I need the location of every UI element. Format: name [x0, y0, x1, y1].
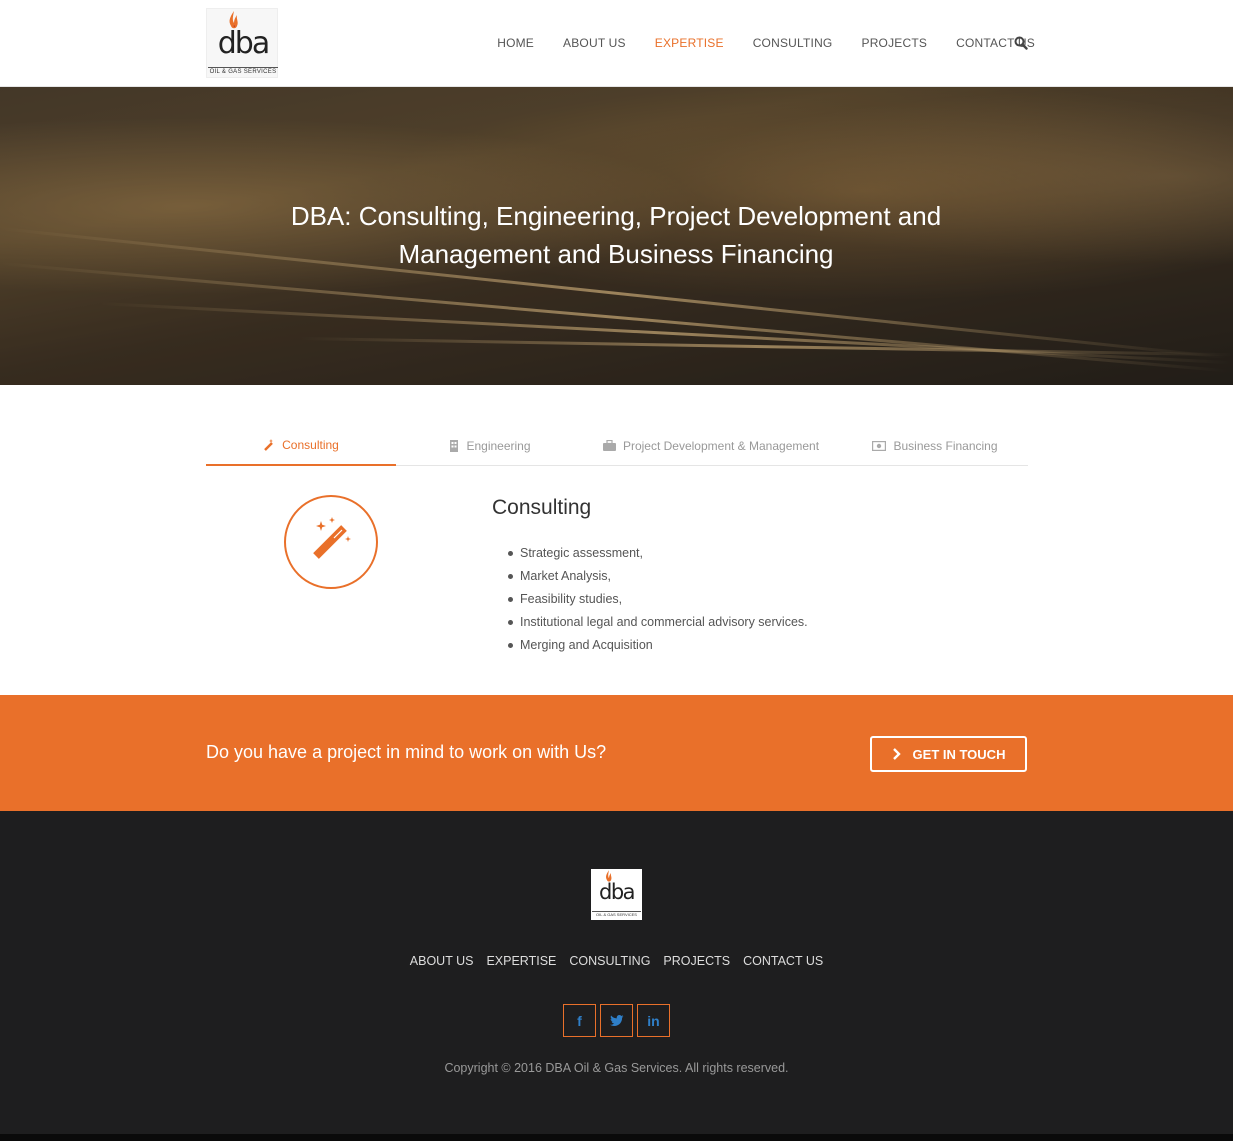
get-in-touch-button[interactable]: GET IN TOUCH — [870, 736, 1027, 772]
site-logo[interactable]: dba OIL & GAS SERVICES — [206, 8, 278, 78]
magic-wand-icon — [264, 438, 274, 451]
logo-tagline: OIL & GAS SERVICES — [208, 67, 278, 75]
cta-text: Do you have a project in mind to work on… — [206, 742, 607, 762]
nav-expertise[interactable]: EXPERTISE — [655, 36, 724, 50]
nav-consulting[interactable]: CONSULTING — [753, 36, 833, 50]
tab-label: Business Financing — [893, 438, 998, 453]
copyright-text: Copyright © 2016 DBA Oil & Gas Services.… — [444, 1061, 789, 1075]
chevron-right-icon — [892, 748, 901, 760]
consulting-icon-circle — [284, 495, 378, 589]
twitter-icon[interactable] — [600, 1004, 633, 1037]
nav-home[interactable]: HOME — [497, 36, 534, 50]
list-item: Merging and Acquisition — [508, 635, 808, 658]
get-in-touch-label: GET IN TOUCH — [912, 746, 1006, 762]
cta-banner: Do you have a project in mind to work on… — [0, 695, 1233, 811]
logo-letters: dba — [598, 880, 636, 904]
footer-nav-about-us[interactable]: ABOUT US — [410, 954, 474, 968]
footer-nav-projects[interactable]: PROJECTS — [663, 954, 730, 968]
bottom-bar — [0, 1134, 1233, 1141]
tab-label: Consulting — [282, 437, 339, 452]
twitter-bird-icon — [609, 1014, 623, 1026]
magic-wand-icon — [313, 517, 351, 559]
tab-label: Engineering — [466, 438, 531, 453]
list-item: Strategic assessment, — [508, 543, 808, 566]
tab-consulting[interactable]: Consulting — [206, 425, 396, 466]
footer-nav-contact-us[interactable]: CONTACT US — [743, 954, 823, 968]
expertise-tabs: Consulting Engineering Project Developme… — [206, 425, 1028, 466]
footer-nav: ABOUT US EXPERTISE CONSULTING PROJECTS C… — [0, 954, 1233, 968]
list-item: Market Analysis, — [508, 566, 808, 589]
tab-business-financing[interactable]: Business Financing — [860, 425, 1010, 466]
nav-projects[interactable]: PROJECTS — [861, 36, 927, 50]
tab-label: Project Development & Management — [622, 438, 820, 453]
building-icon — [450, 439, 459, 452]
site-footer: dba OIL & GAS SERVICES ABOUT US EXPERTIS… — [0, 811, 1233, 1141]
logo-tagline: OIL & GAS SERVICES — [592, 911, 641, 917]
tab-project-development[interactable]: Project Development & Management — [596, 425, 826, 466]
main-nav: HOME ABOUT US EXPERTISE CONSULTING PROJE… — [468, 34, 1035, 52]
hero-title: DBA: Consulting, Engineering, Project De… — [216, 197, 1016, 273]
list-item: Institutional legal and commercial advis… — [508, 612, 808, 635]
nav-about-us[interactable]: ABOUT US — [563, 36, 626, 50]
money-icon — [872, 440, 887, 451]
briefcase-icon — [602, 440, 616, 451]
content-title: Consulting — [492, 496, 592, 519]
list-item: Feasibility studies, — [508, 589, 808, 612]
hero-title-line-2: Management and Business Financing — [398, 239, 834, 269]
consulting-services-list: Strategic assessment, Market Analysis, F… — [508, 543, 808, 658]
logo-letters: dba — [217, 26, 270, 61]
tab-engineering[interactable]: Engineering — [420, 425, 560, 466]
search-icon[interactable] — [1014, 36, 1028, 50]
facebook-icon[interactable]: f — [563, 1004, 596, 1037]
hero-banner: DBA: Consulting, Engineering, Project De… — [0, 87, 1233, 385]
site-header: dba OIL & GAS SERVICES HOME ABOUT US EXP… — [0, 0, 1233, 87]
footer-nav-expertise[interactable]: EXPERTISE — [486, 954, 556, 968]
hero-title-line-1: DBA: Consulting, Engineering, Project De… — [290, 201, 942, 231]
footer-logo[interactable]: dba OIL & GAS SERVICES — [591, 869, 642, 920]
linkedin-icon[interactable]: in — [637, 1004, 670, 1037]
social-links: f in — [563, 1004, 670, 1037]
footer-nav-consulting[interactable]: CONSULTING — [569, 954, 650, 968]
